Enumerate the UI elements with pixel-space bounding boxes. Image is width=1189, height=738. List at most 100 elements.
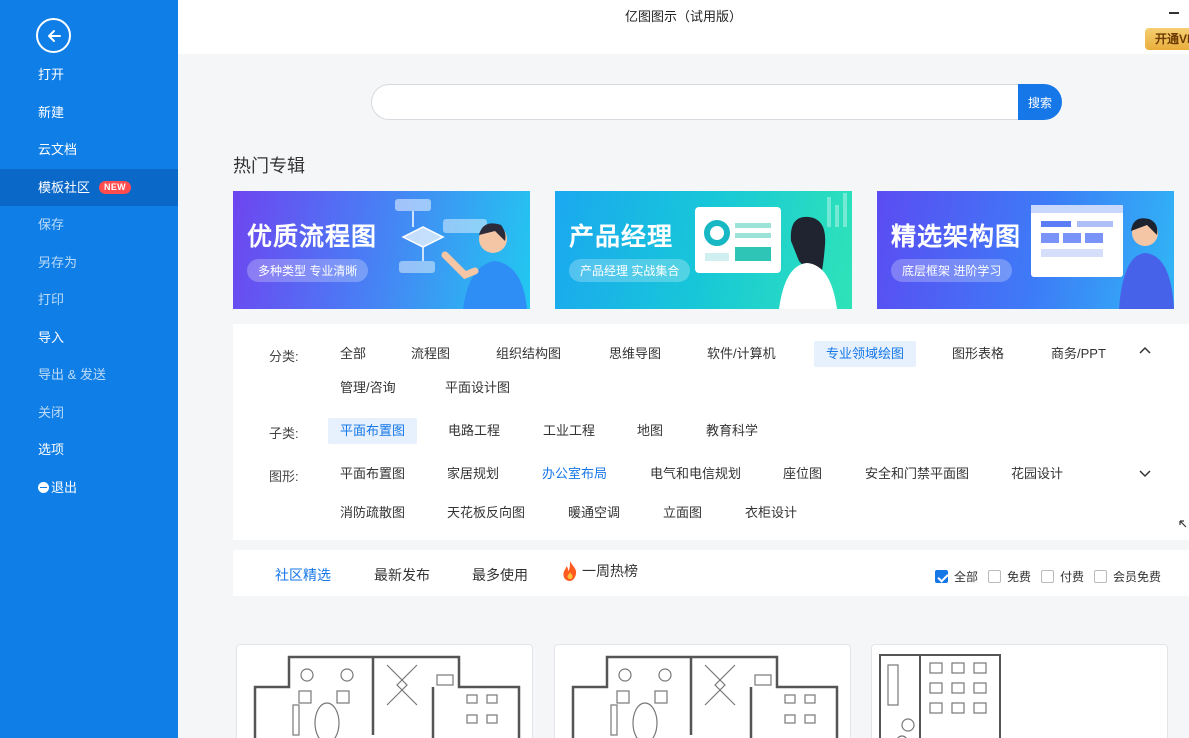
- category-mind-map[interactable]: 思维导图: [597, 341, 673, 367]
- category-graphic-tables[interactable]: 图形表格: [940, 341, 1016, 367]
- search-input[interactable]: [371, 84, 1031, 120]
- exit-icon: [38, 481, 49, 493]
- banner-product-manager[interactable]: 产品经理 产品经理 实战集合: [555, 191, 852, 309]
- tab-weekly-hot-label: 一周热榜: [582, 563, 638, 579]
- sidebar-item-label: 保存: [38, 217, 65, 232]
- template-card[interactable]: [236, 644, 533, 738]
- product-manager-illustration: [695, 193, 847, 309]
- search-button[interactable]: 搜索: [1018, 84, 1062, 120]
- resize-icon: [1179, 520, 1187, 528]
- banner-subtitle: 多种类型 专业清晰: [247, 259, 369, 282]
- filter-all[interactable]: 全部: [935, 568, 978, 585]
- vip-button[interactable]: 开通VIP: [1145, 28, 1189, 50]
- sidebar-item-import[interactable]: 导入: [0, 319, 178, 357]
- back-button[interactable]: [36, 18, 71, 53]
- filter-free[interactable]: 免费: [988, 568, 1031, 585]
- chevron-down-icon[interactable]: [1139, 467, 1151, 479]
- shape-hvac[interactable]: 暖通空调: [556, 500, 632, 526]
- sidebar-item-save[interactable]: 保存: [0, 206, 178, 244]
- sidebar-item-new[interactable]: 新建: [0, 94, 178, 132]
- shape-elevation[interactable]: 立面图: [651, 500, 714, 526]
- banner-flowchart[interactable]: 优质流程图 多种类型 专业清晰: [233, 191, 530, 309]
- sidebar-item-export-send[interactable]: 导出 & 发送: [0, 356, 178, 394]
- sidebar-item-template-community[interactable]: 模板社区 NEW: [0, 168, 178, 206]
- checkbox-member-free[interactable]: [1094, 570, 1107, 583]
- flowchart-illustration: [395, 199, 527, 309]
- filter-paid[interactable]: 付费: [1041, 568, 1084, 585]
- category-flowchart[interactable]: 流程图: [399, 341, 462, 367]
- banner-subtitle: 产品经理 实战集合: [569, 259, 691, 282]
- category-software[interactable]: 软件/计算机: [695, 341, 788, 367]
- sidebar-item-label: 退出: [51, 479, 78, 495]
- shape-office-layout[interactable]: 办公室布局: [530, 461, 619, 487]
- shape-security-plan[interactable]: 安全和门禁平面图: [853, 461, 981, 487]
- floor-plan-thumbnail: [571, 655, 839, 738]
- sidebar-item-label: 模板社区: [38, 179, 91, 195]
- subcategory-education[interactable]: 教育科学: [694, 418, 770, 444]
- new-badge: NEW: [99, 180, 131, 194]
- shape-garden-design[interactable]: 花园设计: [999, 461, 1075, 487]
- sidebar-item-label: 打开: [38, 67, 65, 82]
- category-all[interactable]: 全部: [328, 341, 378, 367]
- category-management[interactable]: 管理/咨询: [328, 375, 408, 401]
- minimize-button[interactable]: [1169, 2, 1179, 14]
- window-title: 亿图图示（试用版）: [624, 9, 742, 24]
- shape-floor-plan[interactable]: 平面布置图: [328, 461, 417, 487]
- subcategory-floor-plan[interactable]: 平面布置图: [328, 418, 418, 444]
- checkbox-all[interactable]: [935, 570, 948, 583]
- filter-paid-label: 付费: [1060, 570, 1085, 584]
- sidebar-item-label: 另存为: [38, 254, 78, 270]
- template-card[interactable]: [554, 644, 851, 738]
- sidebar-item-close[interactable]: 关闭: [0, 394, 178, 432]
- sidebar-item-cloud-docs[interactable]: 云文档: [0, 131, 178, 169]
- sidebar-item-print[interactable]: 打印: [0, 281, 178, 319]
- section-title: 热门专辑: [233, 156, 305, 176]
- template-card[interactable]: [871, 644, 1168, 738]
- banner-title: 产品经理: [569, 223, 674, 251]
- filter-panel: 分类: 全部 流程图 组织结构图 思维导图 软件/计算机 专业领域绘图 图形表格…: [233, 324, 1189, 540]
- architecture-illustration: [1031, 205, 1174, 309]
- shape-fire-evacuation[interactable]: 消防疏散图: [328, 500, 417, 526]
- shape-reflected-ceiling[interactable]: 天花板反向图: [435, 500, 537, 526]
- chevron-up-icon[interactable]: [1139, 345, 1151, 357]
- sidebar-item-label: 云文档: [38, 142, 78, 157]
- category-graphic-design[interactable]: 平面设计图: [433, 375, 522, 401]
- sidebar-item-label: 导入: [38, 329, 65, 345]
- shape-wardrobe-design[interactable]: 衣柜设计: [733, 500, 809, 526]
- back-arrow-icon: [47, 29, 61, 42]
- filter-member-free-label: 会员免费: [1113, 570, 1162, 584]
- tabs-bar: 社区精选 最新发布 最多使用 一周热榜 全部 免费 付费 会员免费: [233, 550, 1189, 596]
- sidebar-item-options[interactable]: 选项: [0, 431, 178, 469]
- floor-plan-thumbnail: [879, 654, 1001, 738]
- checkbox-paid[interactable]: [1041, 570, 1054, 583]
- tab-featured[interactable]: 社区精选: [275, 565, 331, 585]
- sidebar-item-exit[interactable]: 退出: [0, 469, 178, 507]
- sidebar-item-save-as[interactable]: 另存为: [0, 244, 178, 282]
- subcategory-label: 子类:: [269, 426, 299, 441]
- banner-title: 精选架构图: [891, 223, 1022, 251]
- shape-home-planning[interactable]: 家居规划: [435, 461, 511, 487]
- tab-weekly-hot[interactable]: 一周热榜: [561, 560, 638, 582]
- sidebar-item-label: 选项: [38, 442, 65, 457]
- category-business-ppt[interactable]: 商务/PPT: [1039, 341, 1118, 367]
- title-bar: 亿图图示（试用版） 开通VIP: [178, 0, 1189, 54]
- tab-most-used[interactable]: 最多使用: [472, 565, 528, 585]
- shape-electrical-plan[interactable]: 电气和电信规划: [638, 461, 753, 487]
- sidebar-item-label: 关闭: [38, 404, 65, 420]
- subcategory-map[interactable]: 地图: [625, 418, 675, 444]
- filter-member-free[interactable]: 会员免费: [1094, 568, 1161, 585]
- banner-title: 优质流程图: [247, 223, 378, 251]
- category-org-chart[interactable]: 组织结构图: [484, 341, 573, 367]
- sidebar-item-open[interactable]: 打开: [0, 56, 178, 94]
- tab-latest[interactable]: 最新发布: [374, 565, 430, 585]
- sidebar-item-label: 导出 & 发送: [38, 367, 106, 382]
- category-professional[interactable]: 专业领域绘图: [814, 341, 917, 367]
- subcategory-industrial[interactable]: 工业工程: [531, 418, 607, 444]
- banner-subtitle: 底层框架 进阶学习: [891, 259, 1013, 282]
- subcategory-circuit[interactable]: 电路工程: [436, 418, 512, 444]
- filter-all-label: 全部: [954, 570, 979, 584]
- shape-seating-chart[interactable]: 座位图: [771, 461, 834, 487]
- category-label: 分类:: [269, 349, 299, 364]
- banner-architecture[interactable]: 精选架构图 底层框架 进阶学习: [877, 191, 1174, 309]
- checkbox-free[interactable]: [988, 570, 1001, 583]
